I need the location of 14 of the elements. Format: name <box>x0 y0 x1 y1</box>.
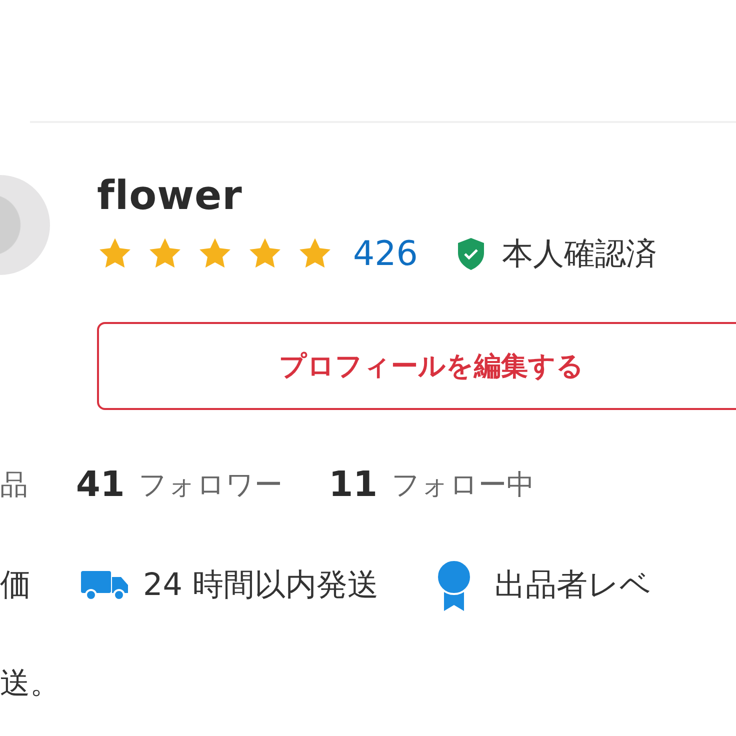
badge-label: 24 時間以内発送 <box>143 566 378 605</box>
stat-count[interactable]: 11 <box>328 465 378 505</box>
stat-label[interactable]: フォロー中 <box>391 466 534 504</box>
badge-label: 価 <box>0 566 31 605</box>
stat-count[interactable]: 41 <box>76 465 125 505</box>
verified-label: 本人確認済 <box>502 235 657 274</box>
bio-text: 送。 <box>0 665 61 703</box>
review-count[interactable]: 426 <box>353 234 418 274</box>
truck-icon <box>81 569 129 601</box>
user-name: flower <box>97 172 244 220</box>
badge-label: 出品者レベ <box>494 566 652 605</box>
stat-label[interactable]: フォロワー <box>138 466 283 504</box>
edit-profile-button[interactable]: プロフィールを編集する <box>97 322 736 410</box>
stat-label[interactable]: 品 <box>0 466 28 504</box>
